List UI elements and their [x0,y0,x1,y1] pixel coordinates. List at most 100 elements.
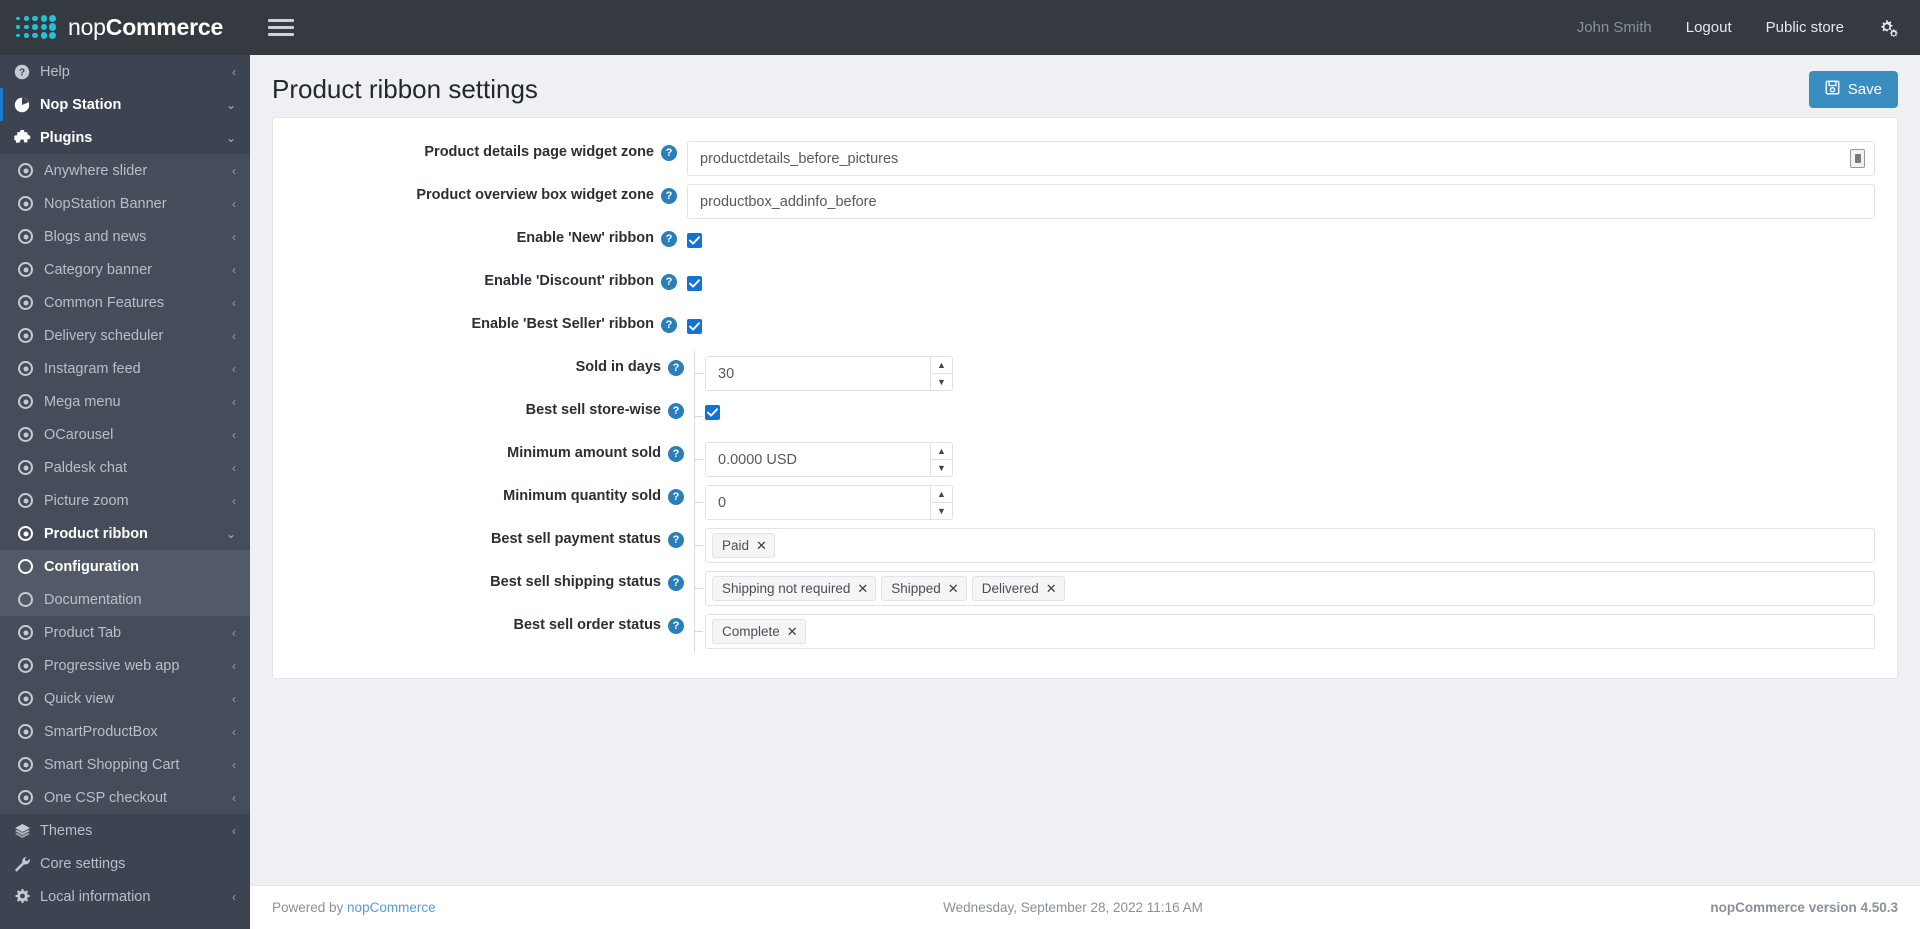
tag-remove-icon[interactable]: ✕ [1046,581,1057,597]
sidebar-item-category-banner[interactable]: Category banner ‹ [0,253,250,286]
menu-toggle-icon[interactable] [268,19,294,36]
stepper-up-icon[interactable]: ▲ [931,357,952,374]
sidebar-item-progressive-web-app[interactable]: Progressive web app ‹ [0,649,250,682]
best-sell-payment-status-multiselect[interactable]: Paid ✕ [705,528,1875,563]
sidebar-item-delivery-scheduler[interactable]: Delivery scheduler ‹ [0,319,250,352]
sidebar-item-label: Anywhere slider [44,162,148,179]
tag-remove-icon[interactable]: ✕ [948,581,959,597]
help-icon[interactable]: ? [668,489,684,505]
form-control-wrap: Shipping not required ✕ Shipped ✕ Delivered ✕ [694,566,1875,606]
field-label: Enable 'Best Seller' ribbon [471,316,654,333]
logout-link[interactable]: Logout [1686,19,1732,36]
footer-powered-by: Powered by nopCommerce [272,900,436,915]
form-row-minimum-amount-sold: Minimum amount sold? ▲▼ [295,437,1875,480]
stepper-down-icon[interactable]: ▼ [931,503,952,519]
best-sell-shipping-status-multiselect[interactable]: Shipping not required ✕ Shipped ✕ Delivered ✕ [705,571,1875,606]
help-icon[interactable]: ? [661,231,677,247]
radio-icon [18,328,44,343]
sidebar-item-product-ribbon[interactable]: Product ribbon ⌄ [0,517,250,550]
field-label: Enable 'New' ribbon [516,230,654,247]
sidebar-item-local-information[interactable]: Local information ‹ [0,880,250,913]
brand-name: nopCommerce [68,14,223,41]
sidebar-item-label: NopStation Banner [44,195,167,212]
best-sell-order-status-multiselect[interactable]: Complete ✕ [705,614,1875,649]
resize-handle-icon[interactable] [1850,149,1865,168]
sidebar-item-picture-zoom[interactable]: Picture zoom ‹ [0,484,250,517]
best-sell-store-wise-checkbox[interactable] [705,405,720,420]
form-row-minimum-quantity-sold: Minimum quantity sold? ▲▼ [295,480,1875,523]
sidebar-item-nop-station[interactable]: Nop Station ⌄ [0,88,250,121]
minimum-amount-sold-input[interactable] [706,443,930,476]
help-icon[interactable]: ? [661,145,677,161]
field-label: Best sell payment status [490,531,661,548]
sidebar-item-label: Core settings [40,855,126,872]
product-details-page-widget-zone-input[interactable] [687,141,1875,176]
gears-icon[interactable] [1878,19,1898,37]
sidebar-item-documentation[interactable]: Documentation [0,583,250,616]
sidebar-item-label: Mega menu [44,393,121,410]
tag-remove-icon[interactable]: ✕ [857,581,868,597]
sidebar-item-label: Local information [40,888,151,905]
sidebar-item-configuration[interactable]: Configuration [0,550,250,583]
footer-nopcommerce-link[interactable]: nopCommerce [347,900,436,915]
form-label-wrap: Best sell order status? [295,609,694,634]
puzzle-icon [14,129,40,146]
help-icon[interactable]: ? [668,446,684,462]
stepper-up-icon[interactable]: ▲ [931,443,952,460]
sidebar-item-nopstation-banner[interactable]: NopStation Banner ‹ [0,187,250,220]
sidebar-item-instagram-feed[interactable]: Instagram feed ‹ [0,352,250,385]
help-icon[interactable]: ? [668,618,684,634]
sidebar-item-product-tab[interactable]: Product Tab ‹ [0,616,250,649]
help-icon[interactable]: ? [661,274,677,290]
sidebar-item-anywhere-slider[interactable]: Anywhere slider ‹ [0,154,250,187]
radio-icon [18,757,44,772]
stepper-up-icon[interactable]: ▲ [931,486,952,503]
product-overview-box-widget-zone-input[interactable] [687,184,1875,219]
sidebar-item-ocarousel[interactable]: OCarousel ‹ [0,418,250,451]
sidebar-item-mega-menu[interactable]: Mega menu ‹ [0,385,250,418]
sidebar-item-one-csp-checkout[interactable]: One CSP checkout ‹ [0,781,250,814]
text-input-wrap [687,141,1875,176]
form-row-enable-best-seller-ribbon: Enable 'Best Seller' ribbon? [295,308,1875,351]
tag-remove-icon[interactable]: ✕ [756,538,767,554]
brand-name-light: nop [68,14,106,40]
enable-new-ribbon-checkbox[interactable] [687,233,702,248]
sidebar-item-paldesk-chat[interactable]: Paldesk chat ‹ [0,451,250,484]
sold-in-days-input[interactable] [706,357,930,390]
brand-logo[interactable]: nopCommerce [0,0,250,55]
stepper-down-icon[interactable]: ▼ [931,460,952,476]
minimum-quantity-sold-input[interactable] [706,486,930,519]
form-row-sold-in-days: Sold in days? ▲▼ [295,351,1875,394]
help-icon[interactable]: ? [668,360,684,376]
sidebar-item-label: Delivery scheduler [44,327,164,344]
sidebar-item-blogs-and-news[interactable]: Blogs and news ‹ [0,220,250,253]
enable-discount-ribbon-checkbox[interactable] [687,276,702,291]
help-icon[interactable]: ? [661,317,677,333]
enable-best-seller-ribbon-checkbox[interactable] [687,319,702,334]
sidebar-item-label: Common Features [44,294,165,311]
save-button[interactable]: Save [1808,70,1898,108]
sidebar-item-themes[interactable]: Themes ‹ [0,814,250,847]
help-icon[interactable]: ? [668,532,684,548]
sidebar-item-common-features[interactable]: Common Features ‹ [0,286,250,319]
field-label: Minimum quantity sold [503,488,661,505]
sidebar-item-plugins[interactable]: Plugins ⌄ [0,121,250,154]
help-icon[interactable]: ? [668,403,684,419]
chevron-down-icon: ⌄ [225,97,236,112]
circle-icon [18,559,44,574]
sidebar-item-core-settings[interactable]: Core settings [0,847,250,880]
sidebar-item-smartproductbox[interactable]: SmartProductBox ‹ [0,715,250,748]
stepper-down-icon[interactable]: ▼ [931,374,952,390]
tag-remove-icon[interactable]: ✕ [787,624,798,640]
sold-in-days-stepper: ▲▼ [705,356,953,391]
help-icon[interactable]: ? [661,188,677,204]
footer-version: nopCommerce version 4.50.3 [1710,900,1898,915]
form-label-wrap: Enable 'New' ribbon? [295,222,687,247]
sidebar-item-smart-shopping-cart[interactable]: Smart Shopping Cart ‹ [0,748,250,781]
sidebar-item-help[interactable]: ? Help ‹ [0,55,250,88]
field-label: Sold in days [575,359,661,376]
public-store-link[interactable]: Public store [1766,19,1844,36]
help-icon[interactable]: ? [668,575,684,591]
sidebar-item-quick-view[interactable]: Quick view ‹ [0,682,250,715]
form-label-wrap: Minimum amount sold? [295,437,694,462]
